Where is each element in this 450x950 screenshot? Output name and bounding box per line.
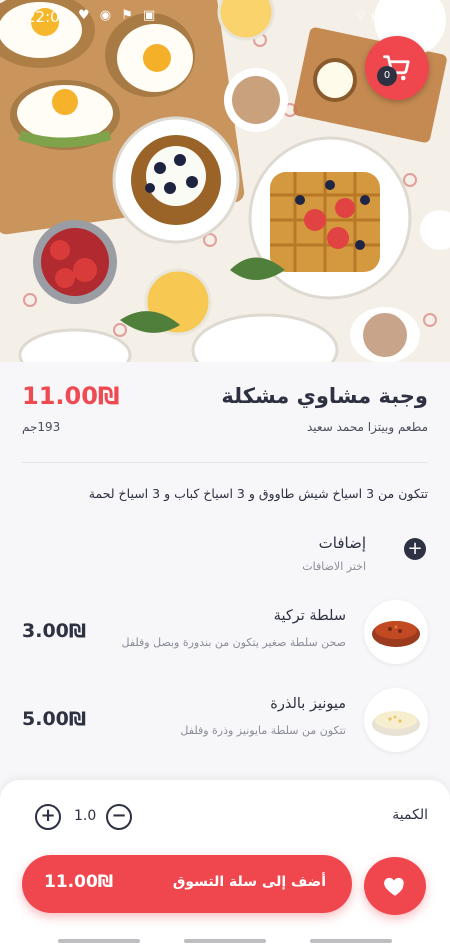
cart-button[interactable]: 0: [365, 36, 429, 100]
add-to-cart-price: 11.00₪: [44, 872, 114, 892]
heart-icon: [384, 877, 404, 896]
extra-item[interactable]: سلطة تركية صحن سلطة صغير يتكون من بندورة…: [0, 600, 450, 670]
add-addon-button[interactable]: +: [404, 538, 426, 560]
extra-ingredients: صحن سلطة صغير يتكون من بندورة وبصل وفلفل: [121, 636, 346, 649]
extra-price: 5.00₪: [22, 708, 87, 730]
product-weight: 193جم: [22, 420, 61, 434]
extra-name: ميونيز بالذرة: [270, 696, 346, 712]
status-bar: 22:08 ♥ ◉ ⚑ ▣ ⌔ ıll ıll 100%: [0, 0, 450, 34]
product-description: تتكون من 3 اسياخ شيش طاووق و 3 اسياخ كبا…: [88, 486, 428, 501]
status-time: 22:08: [26, 8, 70, 26]
favorite-button[interactable]: [364, 857, 426, 915]
system-status-icons: ⌔ ıll ıll 100%: [354, 9, 438, 24]
add-to-cart-button[interactable]: أضف إلى سلة التسوق 11.00₪: [22, 855, 352, 913]
extra-thumbnail: [364, 688, 428, 752]
plus-icon[interactable]: +: [35, 804, 61, 830]
nav-recent-indicator[interactable]: [58, 939, 140, 943]
notification-icons: ♥ ◉ ⚑ ▣: [78, 8, 159, 23]
product-title: وجبة مشاوي مشكلة: [221, 384, 428, 408]
quantity-value: 1.0: [74, 808, 97, 824]
product-hero-image: 22:08 ♥ ◉ ⚑ ▣ ⌔ ıll ıll 100% 0: [0, 0, 450, 362]
system-nav-bar: [0, 935, 450, 950]
corn-mayo-image: [372, 711, 420, 736]
cart-count-badge: 0: [377, 66, 397, 86]
addons-title: إضافات: [318, 534, 366, 552]
extra-name: سلطة تركية: [273, 608, 346, 624]
order-panel: الكمية + 1.0 − أضف إلى سلة التسوق 11.00₪: [0, 780, 450, 950]
product-details: وجبة مشاوي مشكلة 11.00₪ مطعم وبيتزا محمد…: [0, 362, 450, 792]
divider: [22, 462, 428, 463]
minus-icon[interactable]: −: [106, 804, 132, 830]
product-price: 11.00₪: [22, 382, 120, 410]
turkish-salad-image: [372, 621, 420, 647]
add-to-cart-label: أضف إلى سلة التسوق: [172, 874, 326, 890]
addons-subtitle: اختر الاضافات: [302, 560, 366, 573]
extra-item[interactable]: ميونيز بالذرة تتكون من سلطة مايونيز وذرة…: [0, 688, 450, 758]
nav-back-indicator[interactable]: [310, 939, 392, 943]
extra-thumbnail: [364, 600, 428, 664]
extra-price: 3.00₪: [22, 620, 87, 642]
restaurant-name[interactable]: مطعم وبيتزا محمد سعيد: [307, 420, 428, 434]
nav-home-indicator[interactable]: [184, 939, 266, 943]
quantity-label: الكمية: [392, 807, 428, 823]
extra-ingredients: تتكون من سلطة مايونيز وذرة وفلفل: [180, 724, 346, 737]
